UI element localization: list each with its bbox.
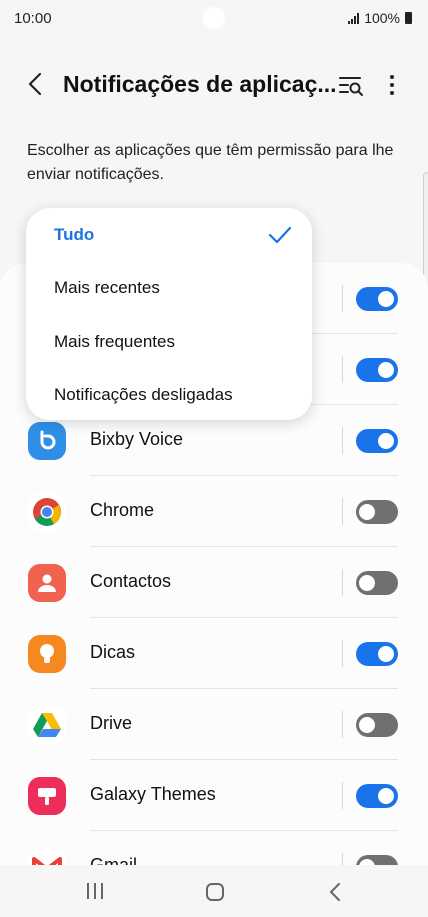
filter-search-icon — [339, 77, 363, 96]
menu-item-tudo[interactable]: Tudo — [54, 225, 94, 245]
notification-toggle[interactable] — [356, 287, 398, 311]
bixby-icon — [28, 422, 66, 460]
notification-toggle[interactable] — [356, 571, 398, 595]
status-time: 10:00 — [14, 10, 52, 27]
drive-icon — [28, 706, 66, 744]
menu-item-notificacoes-desligadas[interactable]: Notificações desligadas — [54, 385, 233, 405]
signal-icon — [348, 12, 360, 24]
app-name: Drive — [90, 713, 133, 733]
divider — [342, 711, 343, 738]
recent-apps-button[interactable] — [87, 883, 103, 899]
divider — [342, 356, 343, 383]
description-text: Escolher as aplicações que têm permissão… — [27, 142, 394, 183]
menu-item-mais-frequentes[interactable]: Mais frequentes — [54, 332, 175, 352]
notification-toggle[interactable] — [356, 358, 398, 382]
app-name: Bixby Voice — [90, 429, 184, 449]
more-options-button[interactable] — [382, 72, 402, 98]
divider — [342, 569, 343, 596]
app-name: Galaxy Themes — [90, 784, 216, 804]
app-bar: Notificações de aplicaç... — [0, 62, 428, 106]
divider — [342, 640, 343, 667]
filter-dropdown-menu: Tudo Mais recentes Mais frequentes Notif… — [26, 208, 312, 420]
notification-toggle[interactable] — [356, 429, 398, 453]
contacts-icon — [28, 564, 66, 602]
menu-item-mais-recentes[interactable]: Mais recentes — [54, 278, 160, 298]
app-name: Contactos — [90, 571, 172, 591]
back-arrow-icon — [28, 72, 42, 96]
battery-icon — [405, 12, 412, 24]
divider — [342, 782, 343, 809]
search-filter-button[interactable] — [338, 72, 364, 98]
back-button[interactable] — [22, 70, 48, 98]
app-name: Chrome — [90, 500, 155, 520]
tips-icon — [28, 635, 66, 673]
chrome-icon — [28, 493, 66, 531]
page-title: Notificações de aplicaç... — [63, 71, 337, 97]
navigation-bar — [0, 865, 428, 917]
app-row-dicas[interactable]: Dicas — [0, 618, 428, 689]
app-row-galaxy-themes[interactable]: Galaxy Themes — [0, 760, 428, 831]
galaxy-themes-icon — [28, 777, 66, 815]
divider — [342, 498, 343, 525]
app-name: Dicas — [90, 642, 136, 662]
app-row-chrome[interactable]: Chrome — [0, 476, 428, 547]
notification-toggle[interactable] — [356, 642, 398, 666]
more-dot-icon — [390, 75, 394, 79]
notification-toggle[interactable] — [356, 500, 398, 524]
status-indicators: 100% — [348, 10, 412, 26]
nav-back-button[interactable] — [326, 882, 344, 902]
divider — [342, 427, 343, 454]
notification-toggle[interactable] — [356, 713, 398, 737]
battery-percent: 100% — [364, 10, 400, 26]
app-row-drive[interactable]: Drive — [0, 689, 428, 760]
check-icon — [268, 226, 292, 244]
divider — [342, 285, 343, 312]
home-button[interactable] — [206, 883, 224, 901]
front-camera — [203, 7, 225, 29]
app-row-contactos[interactable]: Contactos — [0, 547, 428, 618]
notification-toggle[interactable] — [356, 784, 398, 808]
status-bar: 10:00 100% — [0, 0, 428, 38]
